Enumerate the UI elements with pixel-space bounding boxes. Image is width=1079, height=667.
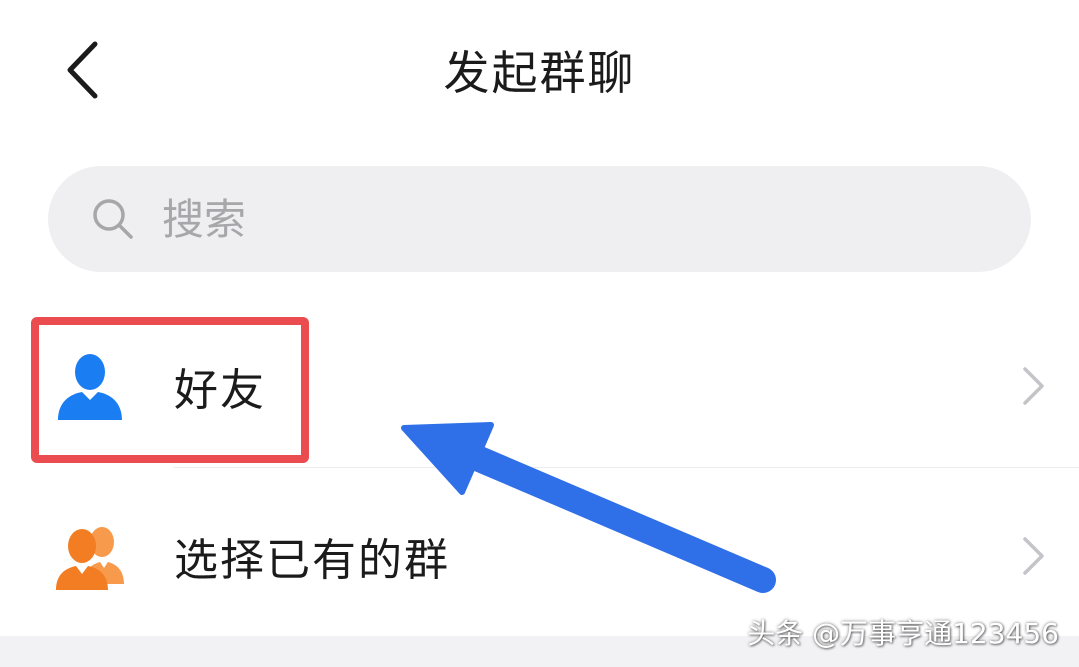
search-input[interactable]: [162, 189, 862, 249]
start-group-chat-screen: 发起群聊 好友 选择已有的群: [0, 0, 1079, 667]
search-bar[interactable]: [48, 166, 1031, 272]
group-icon: [56, 527, 124, 590]
list-item-label: 选择已有的群: [174, 535, 450, 586]
list-item-friends[interactable]: 好友: [0, 306, 1079, 466]
page-title: 发起群聊: [443, 46, 636, 100]
person-icon: [58, 354, 122, 420]
list-item-label: 好友: [174, 365, 266, 416]
watermark: 头条 @万事亨通123456: [747, 617, 1059, 650]
search-icon: [90, 196, 136, 242]
chevron-right-icon: [1023, 537, 1044, 575]
chevron-right-icon: [1023, 367, 1044, 405]
divider: [174, 467, 1079, 468]
